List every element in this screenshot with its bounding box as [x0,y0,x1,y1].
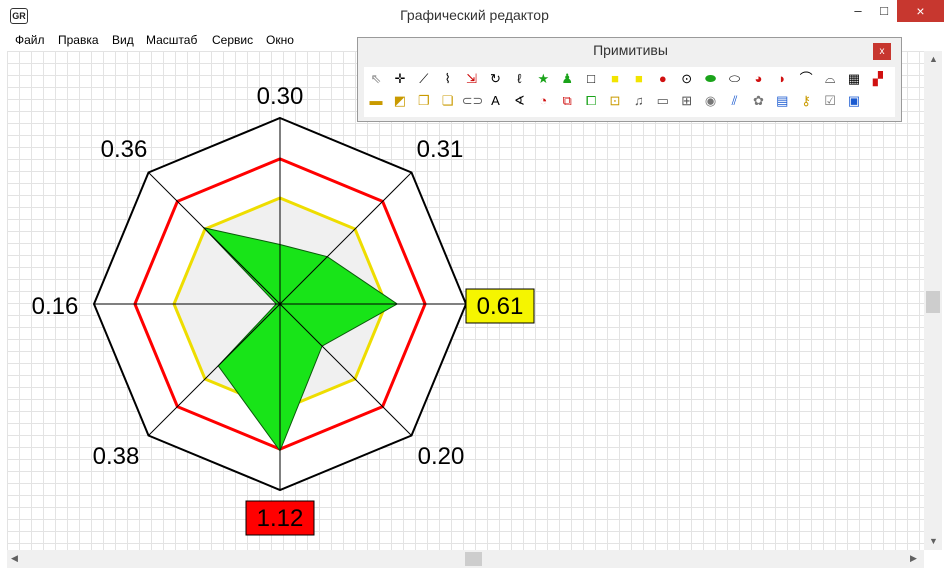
radar-label-7: 0.36 [101,136,148,163]
half-circle-tool-icon[interactable]: ◗ [772,69,792,89]
status-strip [0,568,949,576]
window-title: Графический редактор [400,7,549,23]
close-button[interactable]: × [897,0,944,22]
arc-points-tool-icon[interactable]: ⌒ [796,69,816,89]
checkbox-tool-icon[interactable]: ☑ [820,91,840,111]
radar-label-2: 0.61 [477,293,524,320]
block-tool-icon[interactable]: ▞ [868,69,888,89]
menu-view[interactable]: Вид [112,33,134,47]
clock-tool-icon[interactable]: ◔ [533,91,553,111]
curve-tool-icon[interactable]: ℓ [509,69,529,89]
menu-scale[interactable]: Масштаб [146,33,197,47]
square-tool-icon[interactable]: ■ [629,69,649,89]
menu-window[interactable]: Окно [266,33,294,47]
title-bar: GR Графический редактор – □ × [0,0,949,31]
dashed-arc-tool-icon[interactable]: ⌓ [820,69,840,89]
radar-label-1: 0.31 [417,136,464,163]
radar-chart: 0.30 0.31 0.61 0.20 1.12 0.38 0.16 0.36 [32,83,535,536]
maximize-button[interactable]: □ [871,0,897,22]
image-tool-icon[interactable]: ▬ [366,91,386,111]
document-tool-icon[interactable]: ▤ [772,91,792,111]
tree-tool-icon[interactable]: ⊞ [677,91,697,111]
vertical-scroll-thumb[interactable] [926,291,940,313]
filled-ellipse-tool-icon[interactable]: ⬬ [701,69,721,89]
radar-label-6: 0.16 [32,293,79,320]
vertical-scrollbar[interactable]: ▲ ▼ [924,51,942,550]
radar-label-3: 0.20 [418,443,465,470]
palette-tools: ⇖ ✛ ⟋ ⌇ ⇲ ↻ ℓ ★ ♟ □ ■ ■ ● ⊙ ⬬ ⬭ ◕ ◗ ⌒ ⌓ ▦ ▞ ▬ ◩ ❐ ❏ ⊂⊃ A ∢ ◔ ⧉ ⧠ ⊡ ♫ ▭ ⊞ ◉ ⫽ ✿… [364,67,895,117]
line-tool-icon[interactable]: ⟋ [414,69,434,89]
pointer-tool-icon[interactable]: ⇖ [366,69,386,89]
chart-tool-icon[interactable]: ⫽ [725,91,745,111]
scroll-down-icon[interactable]: ▼ [929,536,938,546]
drawing-canvas[interactable]: 0.30 0.31 0.61 0.20 1.12 0.38 0.16 0.36 [7,51,924,550]
rectangle-tool-icon[interactable]: □ [581,69,601,89]
button-shape-tool-icon[interactable]: ⊂⊃ [462,91,482,111]
filled-circle-tool-icon[interactable]: ● [653,69,673,89]
scroll-right-icon[interactable]: ▶ [910,553,917,564]
primitives-palette[interactable]: Примитивы x ⇖ ✛ ⟋ ⌇ ⇲ ↻ ℓ ★ ♟ □ ■ ■ ● ⊙ ⬬ ⬭ ◕ ◗ ⌒ ⌓ ▦ ▞ ▬ ◩ ❐ ❏ ⊂⊃… [357,37,902,122]
horizontal-scrollbar[interactable]: ◀ ▶ [7,550,924,568]
sound-tool-icon[interactable]: ♫ [629,91,649,111]
menu-edit[interactable]: Правка [58,33,99,47]
radar-label-0: 0.30 [257,83,304,110]
copy-tool-icon[interactable]: ❐ [414,91,434,111]
frame-tool-icon[interactable]: ⊡ [605,91,625,111]
eraser-tool-icon[interactable]: ◩ [390,91,410,111]
palette-title: Примитивы [593,42,668,58]
angle-tool-icon[interactable]: ∢ [509,91,529,111]
gear-tool-icon[interactable]: ✿ [748,91,768,111]
layers-tool-icon[interactable]: ❏ [438,91,458,111]
palette-close-button[interactable]: x [873,43,891,60]
figure-tool-icon[interactable]: ♟ [557,69,577,89]
radar-label-4: 1.12 [257,505,304,532]
scroll-left-icon[interactable]: ◀ [11,553,18,564]
menu-service[interactable]: Сервис [212,33,253,47]
group-tool-icon[interactable]: ⧠ [581,91,601,111]
star-tool-icon[interactable]: ★ [533,69,553,89]
transform-tool-icon[interactable]: ⧉ [557,91,577,111]
key-tool-icon[interactable]: ⚷ [796,91,816,111]
horizontal-scroll-thumb[interactable] [465,552,482,566]
connector-tool-icon[interactable]: ⇲ [462,69,482,89]
video-tool-icon[interactable]: ▣ [844,91,864,111]
pie-tool-icon[interactable]: ◕ [748,69,768,89]
ellipse-tool-icon[interactable]: ⬭ [725,69,745,89]
circle-tool-icon[interactable]: ⊙ [677,69,697,89]
scroll-up-icon[interactable]: ▲ [929,54,938,64]
text-tool-icon[interactable]: A [486,91,506,111]
radio-tool-icon[interactable]: ◉ [701,91,721,111]
table-tool-icon[interactable]: ▦ [844,69,864,89]
window-tool-icon[interactable]: ▭ [653,91,673,111]
menu-file[interactable]: Файл [15,33,45,47]
radar-label-5: 0.38 [93,443,140,470]
minimize-button[interactable]: – [845,0,871,22]
arc-tool-icon[interactable]: ↻ [486,69,506,89]
polyline-tool-icon[interactable]: ⌇ [438,69,458,89]
filled-rectangle-tool-icon[interactable]: ■ [605,69,625,89]
point-tool-icon[interactable]: ✛ [390,69,410,89]
